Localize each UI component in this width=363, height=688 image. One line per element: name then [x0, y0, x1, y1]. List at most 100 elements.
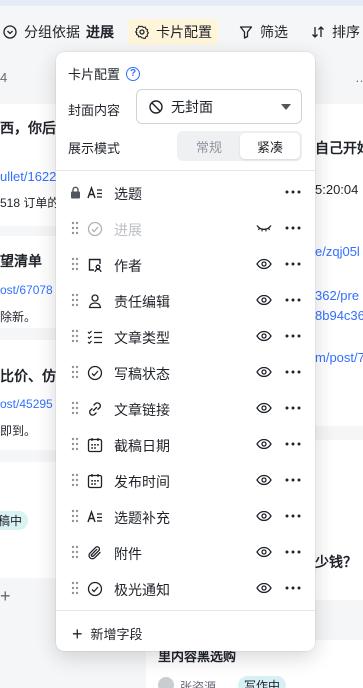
- card-config-button[interactable]: 卡片配置: [128, 19, 218, 45]
- plus-icon: +: [72, 623, 83, 644]
- cover-content-value: 无封面: [171, 98, 213, 115]
- more-options-icon[interactable]: [284, 329, 302, 343]
- more-options-icon[interactable]: [284, 221, 302, 235]
- eye-icon[interactable]: [256, 510, 272, 522]
- drag-handle-icon[interactable]: [69, 581, 81, 595]
- more-options-icon[interactable]: [284, 437, 302, 451]
- bg-card-3-link[interactable]: ost/45295: [0, 397, 53, 411]
- field-row[interactable]: 极光通知: [56, 570, 315, 606]
- eye-icon[interactable]: [256, 402, 272, 414]
- bg-card-3-text: 即到。: [0, 424, 37, 438]
- bg-right-card-1-link-1[interactable]: e/zqj05l: [315, 244, 360, 259]
- panel-divider: [56, 170, 315, 171]
- drag-handle-icon[interactable]: [69, 473, 81, 487]
- field-row[interactable]: 截稿日期: [56, 426, 315, 462]
- more-options-icon[interactable]: [284, 257, 302, 271]
- more-options-icon[interactable]: [284, 545, 302, 559]
- eye-icon[interactable]: [256, 330, 272, 342]
- add-field-label: 新增字段: [90, 627, 143, 642]
- eye-icon[interactable]: [256, 258, 272, 270]
- drag-handle-icon[interactable]: [69, 509, 81, 523]
- more-options-icon[interactable]: [284, 401, 302, 415]
- field-name: 截稿日期: [114, 438, 170, 454]
- group-by-value: 进展: [86, 24, 114, 40]
- drag-handle-icon[interactable]: [69, 437, 81, 451]
- display-mode-switch: 常规 紧凑: [177, 131, 302, 161]
- sort-label: 排序: [332, 24, 360, 40]
- field-row[interactable]: 责任编辑: [56, 282, 315, 318]
- drag-handle-icon[interactable]: [69, 401, 81, 415]
- display-mode-label: 展示模式: [68, 141, 121, 156]
- field-row[interactable]: 进展: [56, 210, 315, 246]
- view-toolbar: 分组依据 进展 卡片配置 筛选 排序: [0, 14, 363, 50]
- eye-icon[interactable]: [256, 366, 272, 378]
- mode-normal-option[interactable]: 常规: [179, 133, 239, 159]
- field-row[interactable]: 选题补充: [56, 498, 315, 534]
- status-circle-icon: [86, 364, 104, 382]
- field-row[interactable]: 文章链接: [56, 390, 315, 426]
- eye-off-icon[interactable]: [256, 222, 272, 234]
- field-row[interactable]: 文章类型: [56, 318, 315, 354]
- cover-content-select[interactable]: 无封面: [136, 89, 302, 124]
- bg-card-2-link[interactable]: ost/67078: [0, 283, 53, 297]
- text-field-icon: [86, 184, 104, 202]
- bg-add-card-button[interactable]: +: [0, 586, 11, 607]
- person-field-icon: [86, 256, 104, 274]
- more-options-icon[interactable]: [284, 293, 302, 307]
- field-row[interactable]: 写稿状态: [56, 354, 315, 390]
- drag-handle-icon[interactable]: [69, 257, 81, 271]
- field-row[interactable]: 发布时间: [56, 462, 315, 498]
- calendar-icon: [86, 436, 104, 454]
- eye-icon[interactable]: [256, 294, 272, 306]
- bg-card-3-title: 比价、仿: [0, 368, 56, 384]
- bg-bottom-card-person: 张姿源: [180, 680, 217, 688]
- field-name: 写稿状态: [114, 366, 170, 382]
- bg-card-1-link[interactable]: ullet/16225: [0, 169, 64, 184]
- field-name: 选题: [114, 186, 142, 202]
- group-by-button[interactable]: 分组依据 进展: [2, 19, 114, 45]
- more-options-icon[interactable]: [284, 185, 302, 199]
- drag-handle-icon[interactable]: [69, 545, 81, 559]
- drag-handle-icon[interactable]: [69, 365, 81, 379]
- eye-icon[interactable]: [256, 582, 272, 594]
- group-by-label: 分组依据: [24, 24, 80, 40]
- bg-card-4-status-tag: 稿中: [0, 511, 29, 530]
- avatar: [158, 677, 174, 688]
- field-name: 选题补充: [114, 510, 170, 526]
- mode-compact-option[interactable]: 紧凑: [240, 133, 300, 159]
- question-circle-icon[interactable]: ?: [126, 66, 141, 81]
- no-cover-icon: [149, 99, 163, 114]
- field-name: 文章链接: [114, 402, 170, 418]
- bg-bottom-card-status-tag: 写作中: [238, 676, 287, 688]
- column-header-left-fragment: 4: [0, 70, 8, 85]
- drag-handle-icon[interactable]: [69, 293, 81, 307]
- bg-right-card-1-link-2[interactable]: 362/pre: [315, 288, 359, 303]
- add-field-button[interactable]: + 新增字段: [72, 624, 143, 643]
- bg-right-card-1-title: 自己开始: [315, 140, 363, 156]
- sort-button[interactable]: 排序: [310, 19, 360, 45]
- eye-icon[interactable]: [256, 546, 272, 558]
- lock-icon: [69, 185, 81, 199]
- filter-button[interactable]: 筛选: [238, 19, 288, 45]
- drag-handle-icon[interactable]: [69, 221, 81, 235]
- eye-icon[interactable]: [256, 474, 272, 486]
- column-header-right-fragment: …: [355, 70, 363, 85]
- drag-handle-icon[interactable]: [69, 329, 81, 343]
- field-name: 发布时间: [114, 474, 170, 490]
- bg-right-card-1-link-3[interactable]: 8b94c36: [315, 308, 363, 323]
- eye-icon[interactable]: [256, 438, 272, 450]
- bg-right-card-2[interactable]: [312, 440, 363, 600]
- top-strip: [0, 0, 363, 6]
- field-name: 进展: [114, 222, 142, 238]
- more-options-icon[interactable]: [284, 365, 302, 379]
- more-options-icon[interactable]: [284, 581, 302, 595]
- more-options-icon[interactable]: [284, 509, 302, 523]
- field-row[interactable]: 选题: [56, 174, 315, 210]
- bg-right-card-1-link-4[interactable]: m/post/7: [315, 350, 363, 365]
- card-config-panel: 卡片配置 ? 封面内容 无封面 展示模式 常规 紧凑 选题 进展 作者 责任编辑 文章类…: [56, 52, 315, 651]
- field-row[interactable]: 作者: [56, 246, 315, 282]
- field-row[interactable]: 附件: [56, 534, 315, 570]
- calendar-icon: [86, 472, 104, 490]
- more-options-icon[interactable]: [284, 473, 302, 487]
- field-name: 责任编辑: [114, 294, 170, 310]
